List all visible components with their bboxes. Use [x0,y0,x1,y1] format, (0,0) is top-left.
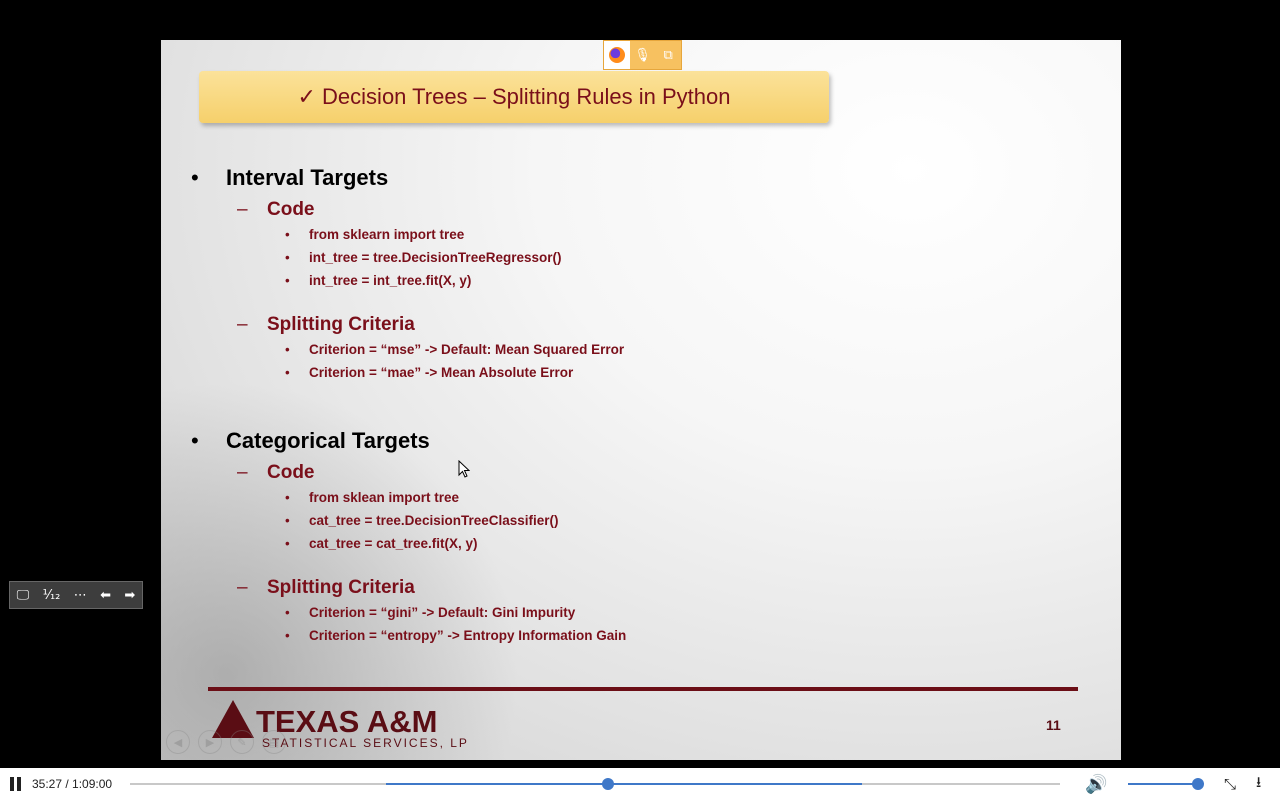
bullet-item: cat_tree = cat_tree.fit(X, y) [191,532,626,555]
time-display: 35:27 / 1:09:00 [32,777,113,791]
volume-slider[interactable] [1128,778,1204,790]
share-toolbar: 🎙 ⧉ [603,40,682,70]
pause-button[interactable] [10,768,24,800]
sub-heading: Splitting Criteria [191,314,624,336]
bullet-item: cat_tree = tree.DecisionTreeClassifier() [191,509,626,532]
next-slide-icon[interactable]: ▶ [198,730,222,754]
section-interval: Interval Targets Code from sklearn impor… [191,165,624,384]
sub-heading: Code [191,199,624,221]
volume-thumb[interactable] [1192,778,1204,790]
slide-title: ✓ Decision Trees – Splitting Rules in Py… [297,84,731,109]
video-controls: 35:27 / 1:09:00 🔊 ⤡ ⭳ [0,768,1280,800]
bullet-item: int_tree = tree.DecisionTreeRegressor() [191,246,624,269]
buffer-bar [386,783,862,785]
footer-rule [208,687,1078,691]
menu-icon[interactable]: ▤ [262,730,286,754]
bullet-item: from sklean import tree [191,486,626,509]
slide-nav-ghost: ◀ ▶ ✎ ▤ [166,730,286,754]
section-heading: Categorical Targets [191,428,626,454]
sub-heading: Splitting Criteria [191,577,626,599]
section-heading: Interval Targets [191,165,624,191]
bullet-item: from sklearn import tree [191,223,624,246]
presenter-toolbar: 🖵 ¹⁄₁₂ ⋯ ⬅ ➡ [9,581,143,609]
page-number: 11 [1046,717,1061,733]
next-arrow-icon[interactable]: ➡ [124,588,135,603]
mouse-cursor-icon [458,460,470,478]
screen-icon[interactable]: 🖵 [17,588,30,603]
fraction-icon[interactable]: ¹⁄₁₂ [43,588,61,603]
microphone-icon[interactable]: 🎙 [630,41,656,69]
sub-heading: Code [191,462,626,484]
prev-slide-icon[interactable]: ◀ [166,730,190,754]
bullet-item: Criterion = “gini” -> Default: Gini Impu… [191,601,626,624]
bullet-item: Criterion = “entropy” -> Entropy Informa… [191,624,626,647]
seek-bar[interactable] [130,778,1060,790]
slide: 🎙 ⧉ ✓ Decision Trees – Splitting Rules i… [161,40,1121,760]
seek-thumb[interactable] [602,778,615,790]
section-categorical: Categorical Targets Code from sklean imp… [191,428,626,647]
more-icon[interactable]: ⋯ [74,588,87,603]
firefox-icon[interactable] [604,41,630,69]
logo-sub-text: STATISTICAL SERVICES, LP [262,736,469,750]
bullet-item: Criterion = “mse” -> Default: Mean Squar… [191,338,624,361]
volume-icon[interactable]: 🔊 [1085,768,1107,800]
pen-icon[interactable]: ✎ [230,730,254,754]
bullet-item: int_tree = int_tree.fit(X, y) [191,269,624,292]
download-icon[interactable]: ⭳ [1256,768,1261,800]
prev-arrow-icon[interactable]: ⬅ [100,588,111,603]
screen-share-icon[interactable]: ⧉ [655,41,681,69]
slide-title-box: ✓ Decision Trees – Splitting Rules in Py… [199,71,829,123]
bullet-item: Criterion = “mae” -> Mean Absolute Error [191,361,624,384]
exit-fullscreen-icon[interactable]: ⤡ [1224,768,1236,800]
